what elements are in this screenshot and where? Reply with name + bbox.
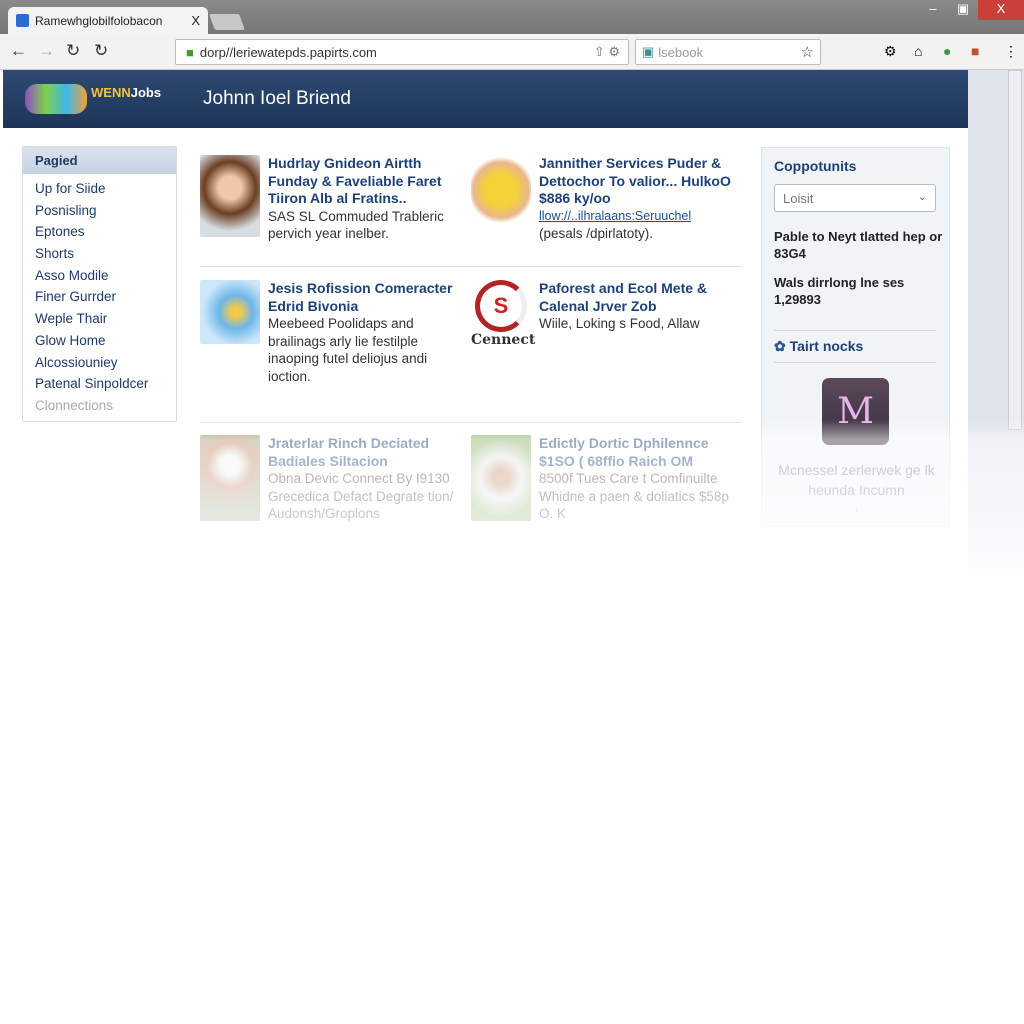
sidebar-item[interactable]: Weple Thair [23, 308, 176, 330]
card-title[interactable]: Hudrlay Gnideon Airtth Funday & Faveliab… [268, 155, 470, 208]
maximize-button[interactable]: ▣ [948, 0, 978, 20]
sidebar-item[interactable]: Posnisling [23, 200, 176, 222]
scrollbar[interactable] [968, 70, 1024, 590]
extension-green-icon[interactable]: ● [943, 43, 951, 59]
connect-logo-text: Cennect [471, 332, 536, 348]
sidebar-item[interactable]: Alcossiouniey [23, 352, 176, 374]
close-window-button[interactable]: X [978, 0, 1024, 20]
divider [200, 422, 742, 423]
menu-icon[interactable]: ⋮ [1004, 43, 1018, 60]
tab-title: Ramewhglobilfolobacon [35, 13, 163, 28]
divider [200, 266, 742, 267]
arrow-down-icon: ↓ [854, 504, 859, 515]
card-desc: (pesals /dpirlatoty). [539, 226, 654, 241]
sidebar-item[interactable]: Shorts [23, 243, 176, 265]
bubbles-image [200, 280, 260, 344]
minimize-button[interactable]: – [918, 0, 948, 20]
select-value: Loisit [783, 191, 814, 206]
worker-photo [471, 155, 531, 225]
app-logo-icon[interactable]: M [822, 378, 889, 445]
connect-logo: S Cennect [471, 280, 536, 348]
share-icon[interactable]: ⇧ ⚙ [594, 44, 620, 60]
search-placeholder: lsebook [658, 44, 704, 60]
tab-bar: Ramewhglobilfolobacon X – ▣ X [0, 0, 1024, 34]
card-link[interactable]: llow://..ilhralaans:Seruuchel [539, 208, 741, 226]
card-desc: Wiile, Loking s Food, Allaw [539, 316, 700, 331]
url-text: dorp//leriewatepds.papirts.com [199, 44, 377, 60]
job-card[interactable]: S Cennect Paforest and Ecol Mete & Calen… [471, 280, 741, 348]
bookmark-star-icon[interactable]: ☆ [801, 43, 814, 61]
job-card[interactable]: Hudrlay Gnideon Airtth Funday & Faveliab… [200, 155, 470, 243]
site-header: WENNJobs Johnn Ioel Briend [3, 70, 968, 128]
right-panel: Coppotunits Loisit ⌄ Pable to Neyt tlatte… [761, 147, 950, 527]
card-desc: Obna Devic Connect By I9130 Grecedica De… [268, 471, 454, 521]
site-logo[interactable]: WENNJobs [25, 82, 180, 118]
tab-close-button[interactable]: X [191, 13, 200, 28]
card-desc: Meebeed Poolidaps and brailinags arly li… [268, 316, 428, 384]
logo-text: WENN [91, 85, 131, 100]
sidebar-heading: Pagied [23, 147, 176, 174]
panel-text: Pable to Neyt tlatted hep or 83G4 [774, 229, 943, 261]
card-desc: 8500f Tues Care t Comfinuilte Whidne a p… [539, 471, 729, 521]
extension-icon[interactable]: ⚙ [884, 43, 897, 60]
location-select[interactable]: Loisit ⌄ [774, 184, 936, 212]
back-icon[interactable]: ← [10, 41, 27, 61]
reload-icon[interactable]: ↻ [66, 41, 80, 61]
puzzle-icon: ✿ [774, 338, 790, 354]
extension-flag-icon[interactable]: ■ [971, 43, 979, 59]
profile-photo [200, 155, 260, 237]
worker-photo [200, 435, 260, 521]
sidebar-item[interactable]: Clonnections [23, 395, 176, 417]
card-title[interactable]: Jesis Rofission Comeracter Edrid Bivonia [268, 280, 470, 315]
logo-text-jobs: Jobs [130, 85, 162, 100]
chevron-down-icon: ⌄ [917, 191, 927, 203]
card-desc: SAS SL Commuded Trableric pervich year i… [268, 208, 444, 242]
favicon-icon [16, 14, 29, 27]
search-input[interactable]: ▣ lsebook ☆ [635, 39, 821, 65]
page-title: Johnn Ioel Briend [203, 88, 351, 109]
lock-icon: ■ [186, 44, 194, 60]
app-caption-text: Mcnessel zerlerwek ge lk heunda Incumn [778, 462, 935, 498]
browser-tab[interactable]: Ramewhglobilfolobacon X [8, 7, 208, 34]
job-card[interactable]: Edictly Dortic Dphilennce $1SO ( 68ffio … [471, 435, 741, 523]
panel-heading: Coppotunits [774, 158, 857, 174]
sidebar-item[interactable]: Asso Modile [23, 265, 176, 287]
logo-graphic-icon [25, 84, 87, 114]
people-photo [471, 435, 531, 521]
forward-icon[interactable]: → [38, 41, 55, 61]
search-engine-icon: ▣ [642, 44, 655, 59]
panel-link-text: Tairt nocks [789, 338, 864, 354]
divider [774, 362, 936, 363]
scrollbar-thumb[interactable] [1008, 70, 1022, 430]
job-card[interactable]: Jraterlar Rinch Deciated Badiales Siltac… [200, 435, 470, 523]
sidebar-item[interactable]: Eptones [23, 221, 176, 243]
address-bar[interactable]: ■ dorp//leriewatepds.papirts.com ⇧ ⚙ [175, 39, 629, 65]
panel-text: Wals dirrlong lne ses 1,29893 [774, 275, 905, 307]
job-card[interactable]: Jesis Rofission Comeracter Edrid Bivonia… [200, 280, 470, 385]
connect-logo-icon: S [475, 280, 527, 332]
job-card[interactable]: Jannither Services Puder & Dettochor To … [471, 155, 741, 243]
sidebar-item[interactable]: Patenal Sinpoldcer [23, 373, 176, 395]
sidebar-item[interactable]: Finer Gurrder [23, 286, 176, 308]
card-title[interactable]: Jannither Services Puder & Dettochor To … [539, 155, 741, 208]
card-title[interactable]: Edictly Dortic Dphilennce $1SO ( 68ffio … [539, 435, 741, 470]
sidebar-item[interactable]: Up for Siide [23, 178, 176, 200]
card-title[interactable]: Paforest and Ecol Mete & Calenal Jrver Z… [539, 280, 741, 315]
panel-link[interactable]: ✿ Tairt nocks [774, 338, 863, 355]
reload-alt-icon[interactable]: ↻ [94, 41, 108, 61]
card-title[interactable]: Jraterlar Rinch Deciated Badiales Siltac… [268, 435, 470, 470]
sidebar: Pagied Up for Siide Posnisling Eptones S… [22, 146, 177, 422]
sidebar-item[interactable]: Glow Home [23, 330, 176, 352]
browser-toolbar: ← → ↻ ↻ ■ dorp//leriewatepds.papirts.com… [0, 34, 1024, 70]
home-icon[interactable]: ⌂ [914, 43, 922, 59]
app-caption: Mcnessel zerlerwek ge lk heunda Incumn ↓ [762, 460, 951, 520]
new-tab-button[interactable] [209, 14, 245, 30]
divider [774, 330, 936, 331]
